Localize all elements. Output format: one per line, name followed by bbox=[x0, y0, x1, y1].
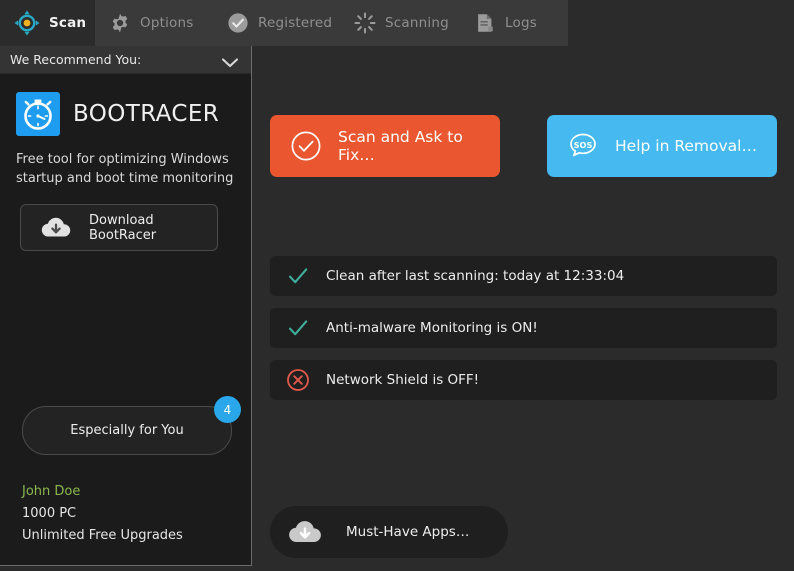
check-circle-outline-icon bbox=[290, 130, 322, 162]
tab-scanning[interactable]: Scanning bbox=[340, 0, 463, 46]
download-bootracer-button[interactable]: Download BootRacer bbox=[20, 204, 218, 251]
tab-scan-label: Scan bbox=[49, 15, 87, 31]
must-have-apps-label: Must-Have Apps… bbox=[346, 524, 470, 540]
cloud-download-icon bbox=[286, 519, 324, 546]
tab-registered[interactable]: Registered bbox=[213, 0, 346, 46]
stopwatch-icon bbox=[16, 92, 60, 136]
status-row-network-shield-label: Network Shield is OFF! bbox=[326, 372, 480, 388]
tab-registered-label: Registered bbox=[258, 15, 333, 31]
top-toolbar: Scan Options Registered Scanning Logs bbox=[0, 0, 794, 46]
check-icon bbox=[286, 316, 310, 340]
check-circle-icon bbox=[227, 12, 249, 34]
tab-options-label: Options bbox=[140, 15, 194, 31]
especially-for-you-button[interactable]: Especially for You 4 bbox=[22, 396, 241, 455]
sos-bubble-icon: SOS bbox=[567, 130, 599, 162]
cloud-download-icon bbox=[39, 216, 73, 240]
user-name: John Doe bbox=[22, 484, 81, 499]
crosshair-target-icon bbox=[14, 10, 40, 36]
especially-for-you-label: Especially for You bbox=[70, 423, 184, 438]
spinner-icon bbox=[354, 12, 376, 34]
user-upgrades: Unlimited Free Upgrades bbox=[22, 528, 183, 543]
promo-title: BOOTRACER bbox=[73, 101, 220, 127]
app-window: Scan Options Registered Scanning Logs We… bbox=[0, 0, 794, 571]
document-icon bbox=[474, 12, 496, 34]
sidebar: We Recommend You: BOOTRACER Free tool fo… bbox=[0, 46, 252, 566]
tab-scan[interactable]: Scan bbox=[0, 0, 95, 46]
main-content: Scan and Ask to Fix… SOS Help in Removal… bbox=[252, 46, 794, 571]
status-row-clean[interactable]: Clean after last scanning: today at 12:3… bbox=[270, 256, 777, 296]
sidebar-header-title: We Recommend You: bbox=[10, 52, 142, 67]
tab-options[interactable]: Options bbox=[95, 0, 208, 46]
check-icon bbox=[286, 264, 310, 288]
chevron-down-icon[interactable] bbox=[221, 54, 239, 73]
scan-and-fix-button[interactable]: Scan and Ask to Fix… bbox=[270, 115, 500, 177]
help-in-removal-button[interactable]: SOS Help in Removal… bbox=[547, 115, 777, 177]
tab-scanning-label: Scanning bbox=[385, 15, 449, 31]
svg-text:SOS: SOS bbox=[574, 140, 593, 150]
download-bootracer-label: Download BootRacer bbox=[89, 212, 157, 243]
promo-description: Free tool for optimizing Windows startup… bbox=[16, 152, 234, 186]
x-circle-icon bbox=[286, 368, 310, 392]
promo-panel: BOOTRACER Free tool for optimizing Windo… bbox=[0, 74, 251, 251]
scan-and-fix-label: Scan and Ask to Fix… bbox=[338, 128, 463, 164]
must-have-apps-button[interactable]: Must-Have Apps… bbox=[270, 506, 508, 558]
user-info: John Doe 1000 PC Unlimited Free Upgrades bbox=[22, 484, 183, 543]
tab-logs-label: Logs bbox=[505, 15, 537, 31]
status-row-network-shield[interactable]: Network Shield is OFF! bbox=[270, 360, 777, 400]
help-in-removal-label: Help in Removal… bbox=[615, 137, 757, 155]
sidebar-header[interactable]: We Recommend You: bbox=[0, 46, 251, 74]
gear-icon bbox=[109, 12, 131, 34]
status-row-clean-label: Clean after last scanning: today at 12:3… bbox=[326, 268, 625, 284]
tab-logs[interactable]: Logs bbox=[460, 0, 551, 46]
user-license: 1000 PC bbox=[22, 506, 77, 521]
status-row-monitoring[interactable]: Anti-malware Monitoring is ON! bbox=[270, 308, 777, 348]
status-row-monitoring-label: Anti-malware Monitoring is ON! bbox=[326, 320, 538, 336]
status-badge: 4 bbox=[214, 396, 241, 423]
